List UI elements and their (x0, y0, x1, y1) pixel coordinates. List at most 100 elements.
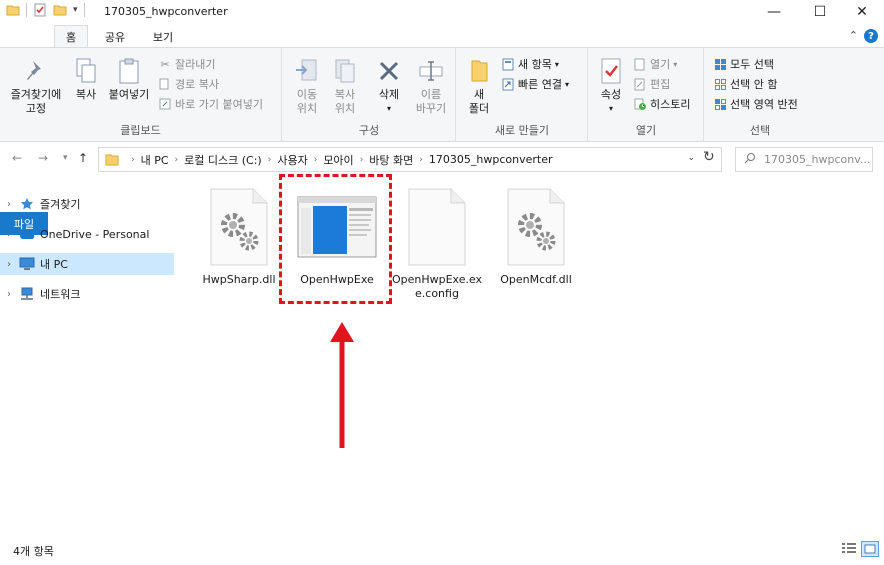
address-bar[interactable]: › 내 PC › 로컬 디스크 (C:) › 사용자 › 모아이 › 바탕 화면 › 17… (98, 147, 722, 172)
details-view-icon[interactable] (841, 541, 857, 555)
window-title: 170305_hwpconverter (104, 5, 228, 18)
tab-view[interactable]: 보기 (142, 25, 184, 48)
up-arrow-icon[interactable]: ↑ (78, 151, 88, 165)
open-button[interactable]: 열기 ▾ (633, 56, 677, 72)
new-folder-button[interactable]: 새 폴더 (463, 56, 495, 116)
easy-access-label: 빠른 연결 (518, 78, 562, 91)
copy-to-label: 복사 위치 (334, 88, 356, 115)
folder-icon (6, 5, 20, 16)
history-label: 히스토리 (650, 98, 691, 111)
paste-label: 붙여넣기 (108, 88, 150, 101)
paste-shortcut-button[interactable]: 바로 가기 붙여넣기 (158, 96, 263, 112)
copy-label: 복사 (75, 88, 97, 101)
close-button[interactable]: ✕ (840, 0, 884, 24)
select-all-icon (713, 57, 727, 71)
history-icon (633, 97, 647, 111)
tab-share[interactable]: 공유 (94, 25, 136, 48)
copy-to-button[interactable]: 복사 위치 (327, 56, 363, 116)
pin-label: 즐겨찾기에 고정 (10, 88, 62, 115)
nav-item-quick-access[interactable]: › 즐겨찾기 (0, 193, 174, 215)
dll-gear-file-icon (207, 187, 271, 267)
file-item[interactable]: OpenHwpExe.ex e.config (389, 187, 485, 301)
copy-path-button[interactable]: 경로 복사 (158, 76, 219, 92)
paste-shortcut-icon (158, 97, 172, 111)
breadcrumb-item-user[interactable]: 모아이 › (323, 152, 363, 168)
nav-item-this-pc[interactable]: › 내 PC (0, 253, 174, 275)
recent-locations-chevron-icon[interactable]: ▾ (63, 153, 68, 163)
properties-dropdown-icon[interactable]: ▾ (609, 102, 613, 116)
breadcrumb-separator: › (131, 154, 135, 165)
breadcrumb-item-users[interactable]: 사용자 › (277, 152, 317, 168)
large-icons-view-icon[interactable] (861, 541, 879, 557)
forward-arrow-icon[interactable]: → (38, 151, 48, 165)
breadcrumb-item-current-folder[interactable]: 170305_hwpconverter (429, 153, 553, 166)
cut-button[interactable]: ✂ 잘라내기 (158, 56, 215, 72)
properties-check-icon[interactable] (33, 3, 47, 17)
new-group: 새 폴더 새 항목 ▾ 빠른 연결 ▾ 새로 만들기 (457, 48, 588, 142)
select-none-button[interactable]: 선택 안 함 (713, 76, 777, 92)
copy-path-icon (158, 77, 172, 91)
collapse-ribbon-icon[interactable]: ⌃ (849, 29, 858, 42)
invert-selection-label: 선택 영역 반전 (730, 98, 798, 111)
delete-dropdown-icon[interactable]: ▾ (387, 102, 391, 116)
minimize-button[interactable]: — (752, 0, 796, 24)
customize-toolbar-icon[interactable]: ▾ (73, 5, 78, 15)
delete-button[interactable]: 삭제 ▾ (371, 56, 407, 116)
toolbar-divider (26, 3, 27, 17)
breadcrumb-label: 모아이 (323, 153, 354, 167)
expand-chevron-icon[interactable]: › (0, 199, 18, 210)
rename-label: 이름 바꾸기 (415, 88, 447, 115)
network-icon (18, 286, 36, 302)
breadcrumb-item-local-disk[interactable]: 로컬 디스크 (C:) › (184, 152, 271, 168)
search-input[interactable]: 170305_hwpconv... (735, 147, 873, 172)
ribbon: 즐겨찾기에 고정 복사 붙여넣기 ✂ 잘라내기 경로 복사 바로 가기 붙여넣기… (0, 47, 884, 142)
select-none-icon (713, 77, 727, 91)
copy-path-label: 경로 복사 (175, 78, 219, 91)
breadcrumb-item-this-pc[interactable]: 내 PC › (141, 152, 179, 168)
delete-x-icon (375, 56, 403, 86)
refresh-icon[interactable]: ↻ (703, 149, 715, 165)
history-button[interactable]: 히스토리 (633, 96, 690, 112)
new-item-icon (501, 57, 515, 71)
invert-selection-button[interactable]: 선택 영역 반전 (713, 96, 798, 112)
expand-chevron-icon[interactable]: › (0, 229, 18, 240)
rename-icon (417, 56, 445, 86)
breadcrumb-label: 로컬 디스크 (C:) (184, 153, 262, 167)
annotation-arrow (330, 322, 354, 448)
address-dropdown-chevron-icon[interactable]: ⌄ (687, 153, 695, 163)
paste-icon (115, 56, 143, 86)
maximize-button[interactable]: ☐ (798, 0, 842, 24)
file-item[interactable]: HwpSharp.dll (191, 187, 287, 287)
tab-home[interactable]: 홈 (54, 25, 88, 48)
easy-access-button[interactable]: 빠른 연결 ▾ (501, 76, 569, 92)
select-all-button[interactable]: 모두 선택 (713, 56, 774, 72)
new-item-button[interactable]: 새 항목 ▾ (501, 56, 559, 72)
new-folder-icon[interactable] (53, 3, 67, 17)
organize-group: 이동 위치 복사 위치 삭제 ▾ 이름 바꾸기 구성 (283, 48, 456, 142)
delete-label: 삭제 (378, 88, 400, 101)
expand-chevron-icon[interactable]: › (0, 289, 18, 300)
breadcrumb-item-desktop[interactable]: 바탕 화면 › (369, 152, 423, 168)
paste-shortcut-label: 바로 가기 붙여넣기 (175, 98, 263, 111)
search-placeholder: 170305_hwpconv... (764, 153, 871, 166)
nav-item-onedrive[interactable]: › OneDrive - Personal (0, 223, 174, 245)
status-item-count: 4개 항목 (13, 545, 54, 558)
properties-label: 속성 (600, 88, 622, 101)
pin-to-quick-access-button[interactable]: 즐겨찾기에 고정 (6, 56, 66, 116)
back-arrow-icon[interactable]: ← (12, 151, 22, 165)
expand-chevron-icon[interactable]: › (0, 259, 18, 270)
easy-access-icon (501, 77, 515, 91)
move-to-button[interactable]: 이동 위치 (289, 56, 325, 116)
edit-button[interactable]: 편집 (633, 76, 670, 92)
rename-button[interactable]: 이름 바꾸기 (411, 56, 451, 116)
nav-item-network[interactable]: › 네트워크 (0, 283, 174, 305)
nav-item-label: 내 PC (40, 258, 68, 271)
help-icon[interactable]: ? (864, 29, 878, 43)
properties-button[interactable]: 속성 ▾ (595, 56, 627, 116)
nav-item-label: OneDrive - Personal (40, 227, 150, 241)
paste-button[interactable]: 붙여넣기 (104, 56, 154, 102)
file-item[interactable]: OpenMcdf.dll (488, 187, 584, 287)
file-name: OpenHwpExe.ex e.config (391, 273, 483, 300)
copy-button[interactable]: 복사 (68, 56, 104, 102)
open-group-label: 열기 (635, 124, 657, 137)
